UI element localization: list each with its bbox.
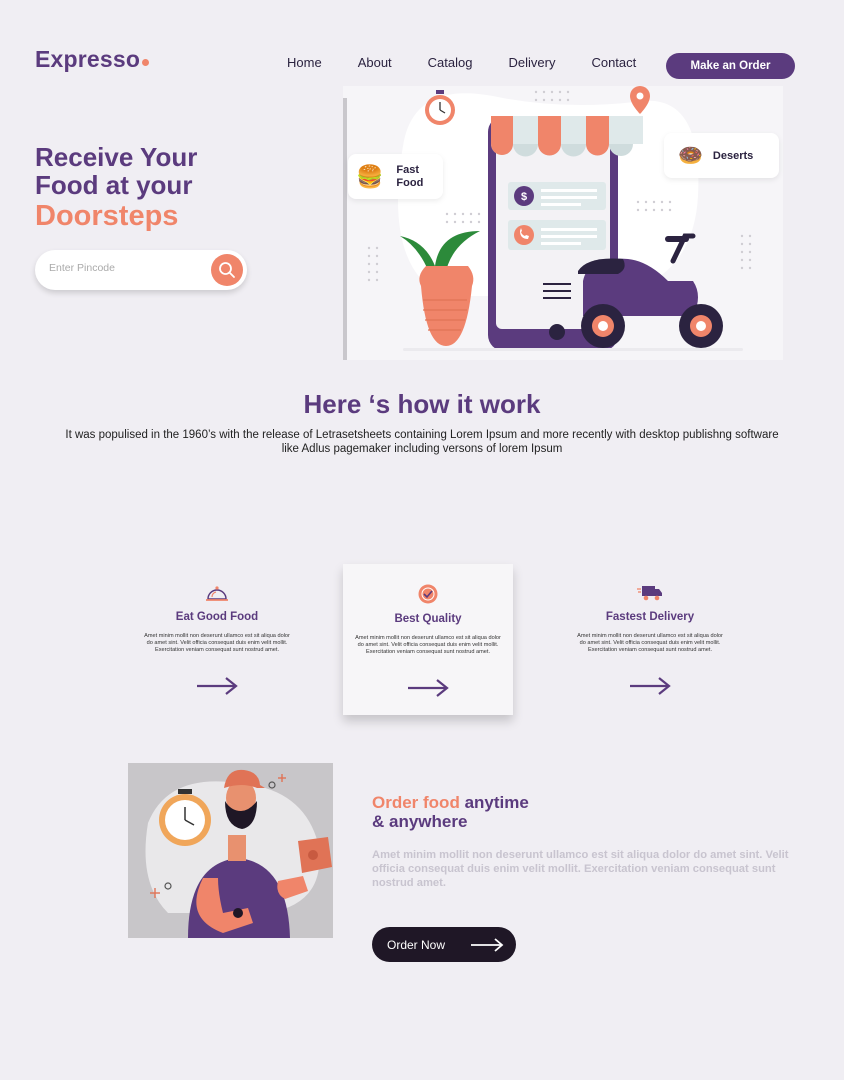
hero-title-line2: Food at your <box>35 170 193 200</box>
order-now-button[interactable]: Order Now <box>372 927 516 962</box>
feature-title: Fastest Delivery <box>605 611 695 623</box>
food-cloche-icon <box>206 586 228 601</box>
hero-title: Receive Your Food at your Doorsteps <box>35 142 198 232</box>
main-nav: Home About Catalog Delivery Contact <box>287 55 672 70</box>
nav-catalog[interactable]: Catalog <box>428 55 473 70</box>
deserts-card: 🍩 Deserts <box>664 133 779 178</box>
order-title: Order food anytime & anywhere <box>372 793 529 831</box>
how-it-works-title: Here ‘s how it work <box>303 389 541 419</box>
arrow-right-icon[interactable] <box>628 676 672 696</box>
search-button[interactable] <box>211 254 243 286</box>
brand-logo[interactable]: Expresso <box>35 46 150 73</box>
feature-text: Amet minim mollit non deserunt ullamco e… <box>144 633 290 653</box>
make-order-button[interactable]: Make an Order <box>666 53 795 79</box>
quality-badge-icon <box>418 584 438 604</box>
hero-title-line1: Receive Your <box>35 142 198 172</box>
donut-icon: 🍩 <box>678 144 703 167</box>
search-icon <box>219 262 235 278</box>
order-title-rest: anytime <box>464 793 529 812</box>
order-title-accent: Order food <box>372 793 460 812</box>
delivery-person-illustration <box>128 763 333 938</box>
svg-text:$: $ <box>521 191 527 203</box>
brand-name: Expresso <box>35 46 141 72</box>
nav-contact[interactable]: Contact <box>591 55 636 70</box>
deserts-label: Deserts <box>712 149 754 162</box>
logo-dot <box>142 59 150 66</box>
arrow-right-icon[interactable] <box>406 678 450 698</box>
how-it-works-description: It was populised in the 1960’s with the … <box>65 429 779 455</box>
feature-best-quality: Best Quality Amet minim mollit non deser… <box>343 564 513 715</box>
feature-fastest-delivery: Fastest Delivery Amet minim mollit non d… <box>565 583 735 713</box>
burger-icon: 🍔 <box>356 163 384 189</box>
order-description: Amet minim mollit non deserunt ullamco e… <box>372 849 789 889</box>
order-title-line2: & anywhere <box>372 812 468 831</box>
delivery-truck-icon <box>637 586 662 601</box>
feature-title: Best Quality <box>394 613 462 625</box>
fast-food-card: 🍔 Fast Food <box>348 154 443 199</box>
pincode-search <box>35 250 247 290</box>
arrow-right-icon <box>471 938 504 952</box>
feature-text: Amet minim mollit non deserunt ullamco e… <box>577 633 723 653</box>
order-now-label: Order Now <box>387 937 446 952</box>
hero-title-line3: Doorsteps <box>35 200 179 232</box>
feature-eat-good-food: Eat Good Food Amet minim mollit non dese… <box>132 583 302 713</box>
feature-title: Eat Good Food <box>175 611 259 623</box>
hero-illustration: $ 🍔 Fast Food 🍩 Deserts <box>343 86 783 360</box>
fast-food-label: Fast Food <box>396 163 424 189</box>
pincode-input[interactable] <box>49 262 199 274</box>
nav-delivery[interactable]: Delivery <box>508 55 555 70</box>
arrow-right-icon[interactable] <box>195 676 239 696</box>
nav-home[interactable]: Home <box>287 55 322 70</box>
nav-about[interactable]: About <box>358 55 392 70</box>
feature-text: Amet minim mollit non deserunt ullamco e… <box>355 635 501 655</box>
